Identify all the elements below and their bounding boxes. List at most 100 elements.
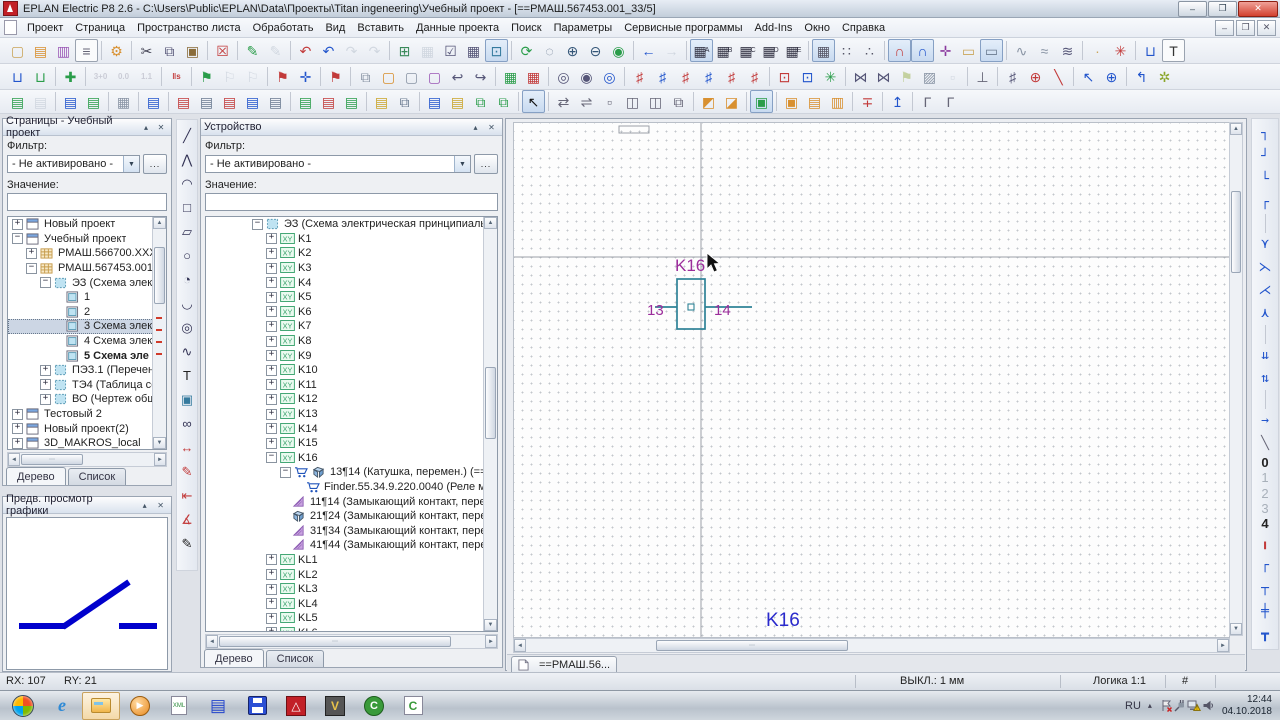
route-pin-icon[interactable]: ✛ xyxy=(934,39,957,62)
collapse-icon[interactable]: − xyxy=(266,452,277,463)
note-icon[interactable]: ▭ xyxy=(957,39,980,62)
bottom-device-tag[interactable]: K16 xyxy=(766,610,800,631)
zoom-out-icon[interactable]: ⊖ xyxy=(584,39,607,62)
device-tree-row[interactable]: +XYKL1 xyxy=(206,553,497,568)
chevron-down-icon[interactable]: ▼ xyxy=(123,156,139,172)
circle-icon[interactable]: ○ xyxy=(177,243,198,267)
menu-окно[interactable]: Окно xyxy=(798,20,836,36)
new-icon[interactable]: ▢ xyxy=(6,39,29,62)
expand-icon[interactable]: + xyxy=(40,394,51,405)
terminal-1-icon[interactable]: ♯ xyxy=(628,65,651,88)
arc-3point-icon[interactable]: ◡ xyxy=(177,291,198,315)
navigator-table-icon[interactable]: ▦ xyxy=(499,65,522,88)
camtasia-taskbar-icon[interactable]: C xyxy=(355,692,393,720)
area-2-icon[interactable]: ▤ xyxy=(803,90,826,113)
page-tree-row[interactable]: 3 Схема элек xyxy=(8,319,166,334)
menu-поиск[interactable]: Поиск xyxy=(505,20,547,36)
delete-selection-icon[interactable]: ☒ xyxy=(211,39,234,62)
area-3-icon[interactable]: ▥ xyxy=(826,90,849,113)
device-tree-row[interactable]: +XYK7 xyxy=(206,319,497,334)
expand-icon[interactable]: + xyxy=(12,409,23,420)
page-forward-icon[interactable]: → xyxy=(660,39,683,62)
node-snap-icon[interactable]: ✳ xyxy=(1109,39,1132,62)
chevron-down-icon[interactable]: ▼ xyxy=(454,156,470,172)
snap-grid-icon[interactable]: ∷ xyxy=(835,39,858,62)
device-tree-row[interactable]: 41¶44 (Замыкающий контакт, переме xyxy=(206,538,497,553)
tee-left-icon[interactable]: ⋋ xyxy=(1254,256,1276,279)
arrow-up-icon[interactable]: ↥ xyxy=(886,90,909,113)
valve-1-icon[interactable]: ⋈ xyxy=(849,65,872,88)
canvas-vscrollbar[interactable]: ▲ ▼ xyxy=(1229,122,1243,636)
terminal-3-icon[interactable]: ♯ xyxy=(674,65,697,88)
copy-icon[interactable]: ⧉ xyxy=(158,39,181,62)
expand-icon[interactable]: + xyxy=(12,219,23,230)
expand-icon[interactable]: + xyxy=(266,627,277,632)
expand-icon[interactable]: + xyxy=(266,613,277,624)
device-tree-row[interactable]: +XYK8 xyxy=(206,334,497,349)
menu-обработать[interactable]: Обработать xyxy=(247,20,320,36)
terminal-5-icon[interactable]: ♯ xyxy=(720,65,743,88)
device-sync-d-icon[interactable]: ⧉ xyxy=(492,90,515,113)
dashed-box-icon[interactable]: ▫ xyxy=(941,65,964,88)
wmp-taskbar-icon[interactable]: ▶ xyxy=(121,692,159,720)
device-tree-row[interactable]: 21¶24 (Замыкающий контакт, переме xyxy=(206,509,497,524)
numbering-11-icon[interactable]: 1.1 xyxy=(135,65,158,88)
terminal-2-icon[interactable]: ♯ xyxy=(651,65,674,88)
device-tree-row[interactable]: +XYK14 xyxy=(206,421,497,436)
target-blue-icon[interactable]: ⊕ xyxy=(1100,65,1123,88)
rectangle-icon[interactable]: □ xyxy=(177,195,198,219)
flag-forward-icon[interactable]: ⚐ xyxy=(241,65,264,88)
page-import-icon[interactable]: ↩ xyxy=(446,65,469,88)
copy-page-icon[interactable]: ⧉ xyxy=(354,65,377,88)
cut-icon[interactable]: ✂ xyxy=(135,39,158,62)
device-tree-row[interactable]: +XYK2 xyxy=(206,246,497,261)
device-del-icon[interactable]: ▤ xyxy=(172,90,195,113)
select-cursor-icon[interactable]: ↖ xyxy=(522,90,545,113)
ellipse-icon[interactable]: ◎ xyxy=(177,315,198,339)
ungroup-icon[interactable]: ◪ xyxy=(720,90,743,113)
magnet-a-icon[interactable]: ∩ xyxy=(888,39,911,62)
grid-c-icon[interactable]: ▦C xyxy=(736,39,759,62)
device-tree-row[interactable]: +XYKL2 xyxy=(206,567,497,582)
pages-tree-vscrollbar[interactable]: ▲ ▼ xyxy=(152,217,166,449)
expand-icon[interactable]: + xyxy=(12,438,23,449)
zoom-in-icon[interactable]: ⊕ xyxy=(561,39,584,62)
corner-down-left-icon[interactable]: ┌ xyxy=(1254,191,1276,214)
page-tree-row[interactable]: +Новый проект(2) xyxy=(8,421,166,436)
potential-4-icon[interactable]: ╪ xyxy=(1254,600,1276,623)
page-tree-row[interactable]: −Учебный проект xyxy=(8,232,166,247)
zoom-100-icon[interactable]: ◉ xyxy=(607,39,630,62)
comb-icon[interactable]: ♯ xyxy=(1001,65,1024,88)
expand-icon[interactable]: + xyxy=(266,394,277,405)
preview-panel-close-icon[interactable]: ✕ xyxy=(153,498,168,512)
scroll-down-icon[interactable]: ▼ xyxy=(153,437,166,449)
potential-5-icon[interactable]: ┳ xyxy=(1254,623,1276,646)
menu-данные-проекта[interactable]: Данные проекта xyxy=(410,20,505,36)
expand-icon[interactable]: + xyxy=(26,248,37,259)
device-filter-browse-button[interactable]: ... xyxy=(474,154,498,174)
transform-move-icon[interactable]: ⇄ xyxy=(552,90,575,113)
device-tree-row[interactable]: −XYK16 xyxy=(206,451,497,466)
menu-сервисные-программы[interactable]: Сервисные программы xyxy=(618,20,748,36)
expand-icon[interactable]: + xyxy=(266,598,277,609)
device-tree-row[interactable]: 11¶14 (Замыкающий контакт, переме xyxy=(206,494,497,509)
device-next-icon[interactable]: ▤ xyxy=(264,90,287,113)
start-button[interactable] xyxy=(4,692,42,720)
junction-swap-icon[interactable]: ⇅ xyxy=(1254,367,1276,390)
device-tree-row[interactable]: +XYKL3 xyxy=(206,582,497,597)
expand-icon[interactable]: + xyxy=(266,423,277,434)
snap-special-icon[interactable]: ∴ xyxy=(858,39,881,62)
box-conn-1-icon[interactable]: ⊡ xyxy=(773,65,796,88)
numbering-00-icon[interactable]: 0.0 xyxy=(112,65,135,88)
stamp-icon[interactable]: ⊥ xyxy=(971,65,994,88)
layer-quick-0-button[interactable]: 0 xyxy=(1255,455,1275,470)
page-tree-row[interactable]: +ВО (Чертеж общ xyxy=(8,392,166,407)
check-select-icon[interactable]: ▣ xyxy=(750,90,773,113)
scroll-right-icon[interactable]: ► xyxy=(1217,639,1229,652)
layer-quick-1-button[interactable]: 1 xyxy=(1255,470,1275,485)
flag-green-icon[interactable]: ⚑ xyxy=(895,65,918,88)
xml-editor-taskbar-icon[interactable]: XML xyxy=(160,692,198,720)
terminal-4-icon[interactable]: ♯ xyxy=(697,65,720,88)
pages-value-input[interactable] xyxy=(7,193,167,211)
full-screen-icon[interactable]: ⊡ xyxy=(485,39,508,62)
